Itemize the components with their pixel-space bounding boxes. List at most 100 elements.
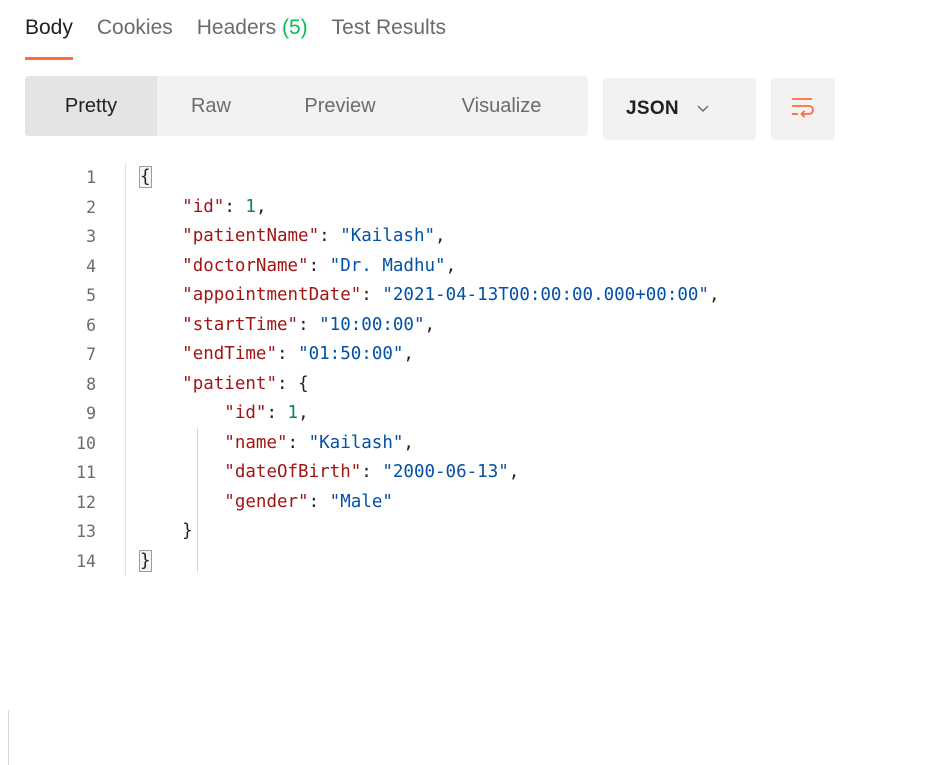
line-number: 12 <box>76 492 96 512</box>
line-number: 4 <box>86 256 96 276</box>
line-number: 8 <box>86 374 96 394</box>
code-text: "id": 1, <box>140 193 266 223</box>
code-token: "doctorName" <box>182 255 309 276</box>
tab-cookies[interactable]: Cookies <box>97 0 173 60</box>
code-token: : <box>287 432 309 453</box>
code-text: } <box>139 547 152 577</box>
preview-button[interactable]: Preview <box>265 76 415 136</box>
code-token: "name" <box>224 432 288 453</box>
code-token: "startTime" <box>182 314 299 335</box>
format-select[interactable]: JSON <box>603 78 756 140</box>
code-token: : <box>298 314 320 335</box>
code-text: "id": 1, <box>140 399 309 429</box>
code-line: 11 "dateOfBirth": "2000-06-13", <box>0 458 930 488</box>
code-text: "gender": "Male" <box>140 488 393 518</box>
code-token: "01:50:00" <box>298 344 404 364</box>
tab-body[interactable]: Body <box>25 0 73 60</box>
code-token: { <box>298 373 309 394</box>
code-line: 6 "startTime": "10:00:00", <box>0 311 930 341</box>
code-line: 9 "id": 1, <box>0 399 930 429</box>
line-number: 13 <box>76 522 96 541</box>
line-number: 2 <box>86 197 96 217</box>
line-number: 1 <box>86 168 96 187</box>
code-token: "endTime" <box>182 344 277 364</box>
code-text: { <box>139 163 152 193</box>
tab-cookies-label: Cookies <box>96 16 173 39</box>
response-body-editor[interactable]: 1{2 "id": 1, 3 "patientName": "Kailash", 4… <box>0 163 930 576</box>
code-token: "id" <box>182 196 225 217</box>
line-number: 7 <box>86 345 96 364</box>
code-line: 14} <box>0 547 930 577</box>
code-line: 10 "name": "Kailash", <box>0 429 930 459</box>
visualize-button[interactable]: Visualize <box>415 76 588 136</box>
code-token: , <box>424 314 436 335</box>
code-text: "startTime": "10:00:00", <box>140 311 435 341</box>
code-token: : <box>308 255 330 276</box>
code-token: , <box>508 462 520 482</box>
code-token: , <box>708 285 720 305</box>
line-number: 11 <box>76 463 96 482</box>
code-token: "Dr. Madhu" <box>329 255 446 276</box>
code-token: 1 <box>245 196 256 217</box>
code-token: , <box>445 255 457 276</box>
wrap-lines-icon <box>790 96 816 123</box>
line-number: 3 <box>86 227 96 246</box>
code-text: "endTime": "01:50:00", <box>140 340 414 370</box>
code-token: : <box>319 226 341 246</box>
code-token: "Kailash" <box>340 226 436 246</box>
pretty-button[interactable]: Pretty <box>25 76 157 136</box>
line-number: 10 <box>76 433 96 453</box>
tab-headers-label: Headers <box>196 16 277 39</box>
code-token: "dateOfBirth" <box>224 462 362 482</box>
code-token: : <box>308 491 330 512</box>
code-token: } <box>139 549 152 572</box>
code-text: "doctorName": "Dr. Madhu", <box>140 252 456 282</box>
tab-test-results[interactable]: Test Results <box>332 0 446 60</box>
code-token: } <box>182 521 193 541</box>
code-text: "dateOfBirth": "2000-06-13", <box>140 458 519 488</box>
code-token: "2021-04-13T00:00:00.000+00:00" <box>382 285 709 305</box>
code-text: "name": "Kailash", <box>140 429 414 459</box>
code-token: , <box>403 344 414 364</box>
tab-headers[interactable]: Headers (5) <box>197 0 308 60</box>
code-token: "appointmentDate" <box>182 285 362 305</box>
code-token: "patientName" <box>182 226 320 246</box>
code-token: : <box>224 196 246 217</box>
code-line: 13 } <box>0 517 930 547</box>
code-line: 3 "patientName": "Kailash", <box>0 222 930 252</box>
line-number: 6 <box>86 315 96 335</box>
code-token: , <box>298 403 309 423</box>
code-line: 8 "patient": { <box>0 370 930 400</box>
code-text: } <box>140 517 193 547</box>
response-tabs: Body Cookies Headers (5) Test Results <box>25 0 470 60</box>
code-token: : <box>276 373 299 394</box>
code-text: "patientName": "Kailash", <box>140 222 445 252</box>
code-token: "gender" <box>224 491 309 512</box>
code-token: : <box>276 344 299 364</box>
code-line: 5 "appointmentDate": "2021-04-13T00:00:0… <box>0 281 930 311</box>
panel-left-border <box>8 710 9 765</box>
raw-button[interactable]: Raw <box>157 76 265 136</box>
line-number: 9 <box>86 404 96 423</box>
code-token: "patient" <box>182 373 277 394</box>
wrap-lines-button[interactable] <box>771 78 835 140</box>
code-token: : <box>361 462 383 482</box>
view-mode-switcher: Pretty Raw Preview Visualize <box>25 76 588 136</box>
headers-count-badge: (5) <box>281 16 308 39</box>
code-line: 1{ <box>0 163 930 193</box>
code-token: "id" <box>224 403 267 423</box>
code-token: , <box>403 432 414 453</box>
code-text: "appointmentDate": "2021-04-13T00:00:00.… <box>140 281 720 311</box>
